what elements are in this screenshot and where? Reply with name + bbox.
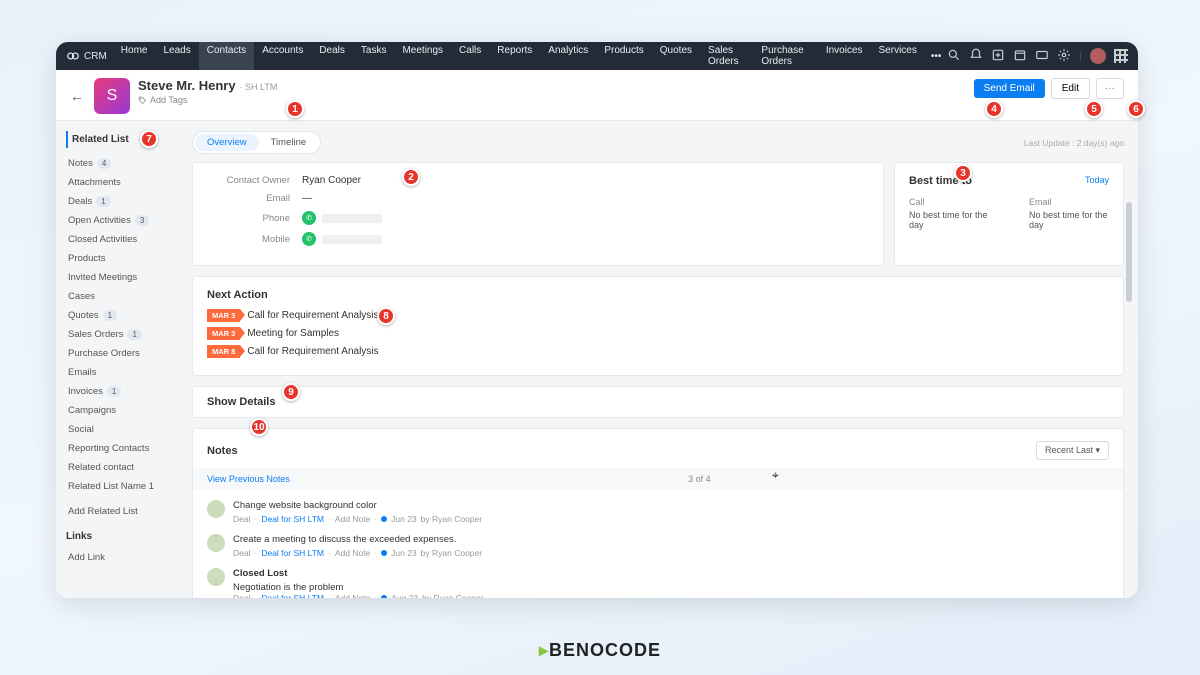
bell-icon[interactable] (969, 48, 983, 65)
note-item: Create a meeting to discuss the exceeded… (207, 534, 1109, 558)
notes-sort-dropdown[interactable]: Recent Last ▾ (1036, 441, 1109, 460)
sidebar-item-invoices[interactable]: Invoices1 (66, 382, 186, 401)
app-window: CRM HomeLeadsContactsAccountsDealsTasksM… (56, 42, 1138, 598)
note-item: Closed LostNegotiation is the problemDea… (207, 568, 1109, 598)
add-tags[interactable]: Add Tags (138, 95, 277, 105)
email-value: — (302, 193, 312, 204)
annotation-marker-7: 7 (140, 130, 158, 148)
next-action-panel: Next Action MAR 3Call for Requirement An… (192, 276, 1124, 376)
annotation-marker-3: 3 (954, 164, 972, 182)
add-link[interactable]: Add Link (66, 548, 186, 567)
phone-icon[interactable]: ✆ (302, 232, 316, 246)
sidebar-item-quotes[interactable]: Quotes1 (66, 306, 186, 325)
apps-grid-icon[interactable] (1114, 49, 1128, 63)
sidebar-item-closed-activities[interactable]: Closed Activities (66, 230, 186, 249)
view-previous-notes[interactable]: View Previous Notes (207, 474, 290, 484)
gear-icon[interactable] (1057, 48, 1071, 65)
main-content: Overview Timeline Last Update : 2 day(s)… (186, 121, 1138, 598)
sidebar-item-campaigns[interactable]: Campaigns (66, 401, 186, 420)
sidebar-item-related-contact[interactable]: Related contact (66, 458, 186, 477)
sidebar-item-cases[interactable]: Cases (66, 287, 186, 306)
show-details-panel[interactable]: Show Details (192, 386, 1124, 418)
contact-avatar: S (94, 78, 130, 114)
next-action-item[interactable]: MAR 3Meeting for Samples (207, 327, 1109, 340)
app-logo[interactable]: CRM (66, 49, 107, 63)
note-avatar (207, 534, 225, 552)
annotation-marker-1: 1 (286, 100, 304, 118)
last-update: Last Update : 2 day(s) ago (1024, 138, 1124, 148)
best-time-panel: Best time toToday CallNo best time for t… (894, 162, 1124, 266)
sidebar-item-sales-orders[interactable]: Sales Orders1 (66, 325, 186, 344)
search-icon[interactable] (947, 48, 961, 65)
annotation-marker-6: 6 (1127, 100, 1145, 118)
sidebar-item-attachments[interactable]: Attachments (66, 173, 186, 192)
related-list-heading: Related List (66, 131, 186, 148)
sidebar: Related List Notes4AttachmentsDeals1Open… (56, 121, 186, 598)
annotation-marker-8: 8 (377, 307, 395, 325)
send-email-button[interactable]: Send Email (974, 79, 1045, 98)
sidebar-item-emails[interactable]: Emails (66, 363, 186, 382)
contact-info-panel: Contact OwnerRyan Cooper Email— Phone✆ M… (192, 162, 884, 266)
benocode-logo: ▸BENOCODE (539, 640, 661, 661)
sidebar-item-notes[interactable]: Notes4 (66, 154, 186, 173)
next-action-item[interactable]: MAR 8Call for Requirement Analysis (207, 345, 1109, 358)
phone-icon[interactable]: ✆ (302, 211, 316, 225)
contact-header: ← S Steve Mr. Henry· SH LTM Add Tags Sen… (56, 70, 1138, 121)
user-avatar[interactable] (1090, 48, 1106, 64)
today-link[interactable]: Today (1085, 175, 1109, 187)
nav-more[interactable]: ••• (925, 44, 948, 69)
more-actions-button[interactable]: ··· (1096, 78, 1124, 99)
add-related-list[interactable]: Add Related List (66, 502, 186, 521)
contact-owner-value: Ryan Cooper (302, 175, 361, 186)
sidebar-item-open-activities[interactable]: Open Activities3 (66, 211, 186, 230)
sidebar-item-products[interactable]: Products (66, 249, 186, 268)
sidebar-item-reporting-contacts[interactable]: Reporting Contacts (66, 439, 186, 458)
notes-counter: 3 of 4 (688, 474, 711, 484)
contact-name: Steve Mr. Henry· SH LTM (138, 78, 277, 93)
top-bar: CRM HomeLeadsContactsAccountsDealsTasksM… (56, 42, 1138, 70)
mobile-value (322, 235, 382, 244)
view-tabs: Overview Timeline (192, 131, 321, 154)
next-action-title: Next Action (207, 289, 1109, 301)
related-list: Notes4AttachmentsDeals1Open Activities3C… (66, 154, 186, 496)
sidebar-item-purchase-orders[interactable]: Purchase Orders (66, 344, 186, 363)
links-heading: Links (66, 531, 186, 542)
tab-timeline[interactable]: Timeline (259, 134, 319, 151)
sidebar-item-invited-meetings[interactable]: Invited Meetings (66, 268, 186, 287)
note-avatar (207, 500, 225, 518)
annotation-marker-4: 4 (985, 100, 1003, 118)
card-icon[interactable] (1035, 48, 1049, 65)
annotation-marker-9: 9 (282, 383, 300, 401)
sidebar-item-related-list-name-1[interactable]: Related List Name 1 (66, 477, 186, 496)
note-avatar (207, 568, 225, 586)
calendar-icon[interactable] (1013, 48, 1027, 65)
sidebar-item-social[interactable]: Social (66, 420, 186, 439)
sidebar-item-deals[interactable]: Deals1 (66, 192, 186, 211)
annotation-marker-2: 2 (402, 168, 420, 186)
note-item: Change website background colorDeal·Deal… (207, 500, 1109, 524)
edit-button[interactable]: Edit (1051, 78, 1090, 99)
back-arrow[interactable]: ← (70, 88, 84, 104)
next-action-item[interactable]: MAR 3Call for Requirement Analysis (207, 309, 1109, 322)
phone-value (322, 214, 382, 223)
notes-title: Notes (207, 445, 238, 457)
plus-icon[interactable] (991, 48, 1005, 65)
notes-panel: Notes Recent Last ▾ View Previous Notes … (192, 428, 1124, 598)
tab-overview[interactable]: Overview (195, 134, 259, 151)
topbar-actions: | (947, 48, 1128, 65)
scrollbar-thumb[interactable] (1126, 202, 1132, 302)
annotation-marker-5: 5 (1085, 100, 1103, 118)
annotation-marker-10: 10 (250, 418, 268, 436)
